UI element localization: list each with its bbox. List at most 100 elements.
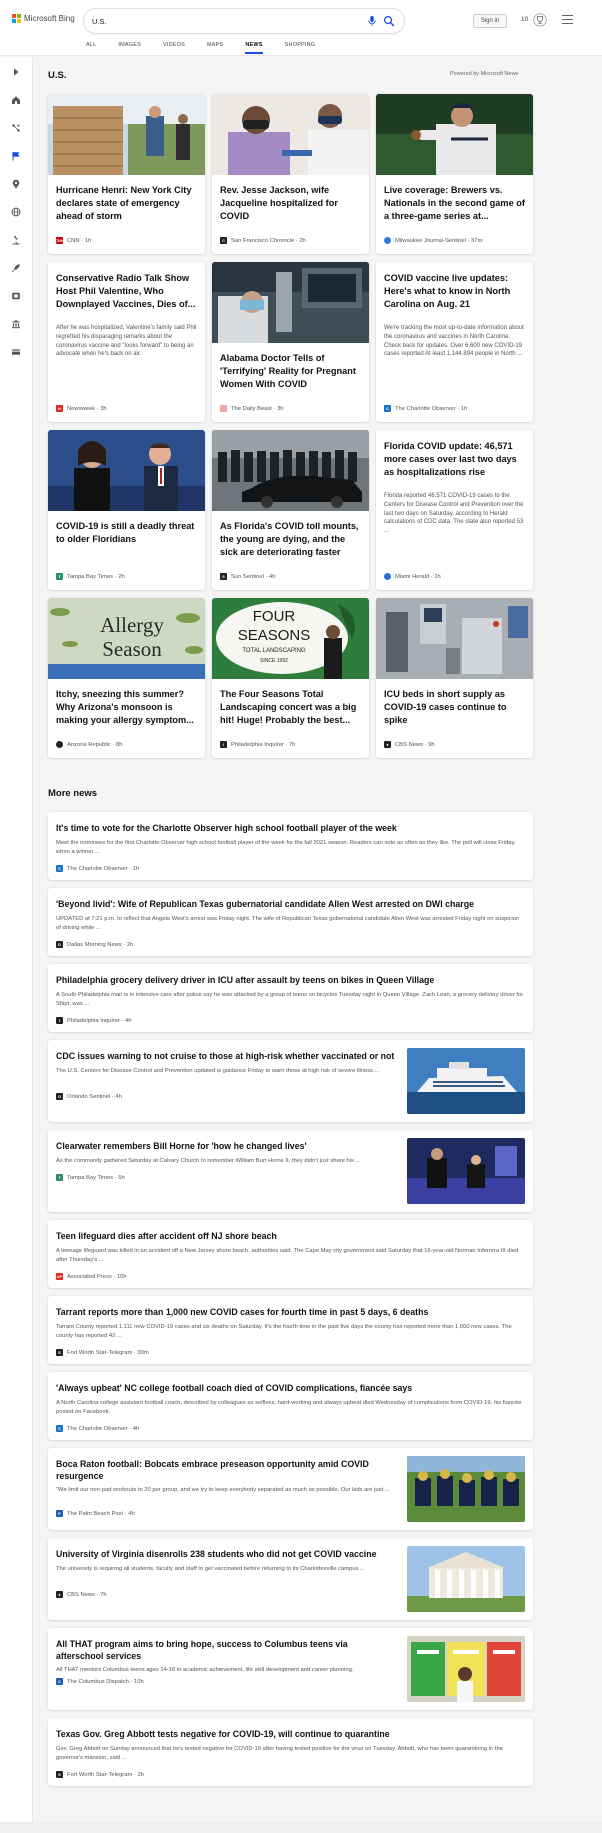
powered-by-label[interactable]: Powered by Microsoft News <box>450 71 518 77</box>
item-title[interactable]: Tarrant reports more than 1,000 new COVI… <box>56 1306 526 1318</box>
tab-all[interactable]: ALL <box>86 40 96 54</box>
card-title[interactable]: Alabama Doctor Tells of 'Terrifying' Rea… <box>220 352 361 390</box>
card-title[interactable]: Itchy, sneezing this summer? Why Arizona… <box>56 688 197 726</box>
card-meta: C The Charlotte Observer · 1h <box>384 405 467 412</box>
card-title[interactable]: Florida COVID update: 46,571 more cases … <box>384 440 525 478</box>
bank-icon[interactable] <box>9 317 23 331</box>
more-news-item[interactable]: Clearwater remembers Bill Horne for 'how… <box>48 1130 533 1212</box>
card-snippet: We're tracking the most up-to-date infor… <box>384 325 524 358</box>
card-title[interactable]: COVID-19 is still a deadly threat to old… <box>56 520 197 546</box>
card-title[interactable]: ICU beds in short supply as COVID-19 cas… <box>384 688 525 726</box>
news-card[interactable]: ICU beds in short supply as COVID-19 cas… <box>376 598 533 758</box>
more-news-item[interactable]: Philadelphia grocery delivery driver in … <box>48 964 533 1032</box>
item-thumbnail[interactable] <box>407 1456 525 1522</box>
rewards-trophy-icon[interactable] <box>533 12 547 28</box>
item-title[interactable]: Philadelphia grocery delivery driver in … <box>56 974 526 986</box>
item-meta: S Fort Worth Star-Telegram · 30m <box>56 1349 149 1356</box>
news-card[interactable]: FOUR SEASONS TOTAL LANDSCAPING SINCE 199… <box>212 598 369 758</box>
news-card[interactable]: Rev. Jesse Jackson, wife Jacqueline hosp… <box>212 94 369 254</box>
card-source: San Francisco Chronicle <box>231 237 295 244</box>
more-news-item[interactable]: Tarrant reports more than 1,000 new COVI… <box>48 1296 533 1364</box>
location-pin-icon[interactable] <box>9 177 23 191</box>
rocket-icon[interactable] <box>9 261 23 275</box>
item-source: The Charlotte Observer <box>67 1425 128 1432</box>
news-card[interactable]: Florida COVID update: 46,571 more cases … <box>376 430 533 590</box>
item-thumbnail[interactable] <box>407 1048 525 1114</box>
more-news-item[interactable]: 'Always upbeat' NC college football coac… <box>48 1372 533 1440</box>
more-news-item[interactable]: 'Beyond livid': Wife of Republican Texas… <box>48 888 533 956</box>
card-source: The Charlotte Observer <box>395 405 456 412</box>
tab-maps[interactable]: MAPS <box>207 40 223 54</box>
more-news-item[interactable]: Texas Gov. Greg Abbott tests negative fo… <box>48 1718 533 1786</box>
more-news-item[interactable]: CDC issues warning to not cruise to thos… <box>48 1040 533 1122</box>
item-title[interactable]: 'Always upbeat' NC college football coac… <box>56 1382 526 1394</box>
card-title[interactable]: COVID vaccine live updates: Here's what … <box>384 272 525 310</box>
news-card[interactable]: Live coverage: Brewers vs. Nationals in … <box>376 94 533 254</box>
microphone-icon[interactable] <box>366 15 378 27</box>
more-news-item[interactable]: It's time to vote for the Charlotte Obse… <box>48 812 533 880</box>
publisher-logo-icon: AP <box>56 1273 63 1280</box>
card-meta: Arizona Republic · 8h <box>56 741 122 748</box>
item-title[interactable]: University of Virginia disenrolls 238 st… <box>56 1548 401 1560</box>
news-card[interactable]: Hurricane Henri: New York City declares … <box>48 94 205 254</box>
bing-logo[interactable]: Microsoft Bing <box>12 14 75 23</box>
card-image <box>376 94 533 175</box>
item-snippet: A South Philadelphia man is in intensive… <box>56 992 524 1007</box>
item-thumbnail[interactable] <box>407 1546 525 1612</box>
item-time: 7h <box>100 1591 107 1598</box>
network-icon[interactable] <box>9 121 23 135</box>
card-title[interactable]: Live coverage: Brewers vs. Nationals in … <box>384 184 525 222</box>
item-title[interactable]: Clearwater remembers Bill Horne for 'how… <box>56 1140 401 1152</box>
card-image <box>376 598 533 679</box>
card-title[interactable]: As Florida's COVID toll mounts, the youn… <box>220 520 361 558</box>
search-icon[interactable] <box>383 15 395 27</box>
microscope-icon[interactable] <box>9 233 23 247</box>
item-title[interactable]: It's time to vote for the Charlotte Obse… <box>56 822 526 834</box>
card-title[interactable]: Hurricane Henri: New York City declares … <box>56 184 197 222</box>
card-source: CNN <box>67 237 80 244</box>
news-card[interactable]: Conservative Radio Talk Show Host Phil V… <box>48 262 205 422</box>
search-box[interactable] <box>84 9 404 33</box>
film-icon[interactable] <box>9 289 23 303</box>
tab-images[interactable]: IMAGES <box>118 40 141 54</box>
more-news-item[interactable]: Teen lifeguard dies after accident off N… <box>48 1220 533 1288</box>
hamburger-menu-icon[interactable] <box>562 15 573 24</box>
news-card[interactable]: Alabama Doctor Tells of 'Terrifying' Rea… <box>212 262 369 422</box>
search-input[interactable] <box>92 14 352 28</box>
news-card[interactable]: COVID vaccine live updates: Here's what … <box>376 262 533 422</box>
item-title[interactable]: All THAT program aims to bring hope, suc… <box>56 1638 366 1662</box>
card-title[interactable]: Rev. Jesse Jackson, wife Jacqueline hosp… <box>220 184 361 222</box>
item-time: 4h <box>132 1425 140 1432</box>
card-title[interactable]: Conservative Radio Talk Show Host Phil V… <box>56 272 197 310</box>
globe-icon[interactable] <box>9 205 23 219</box>
item-snippet: Meet the nominees for the first Charlott… <box>56 840 516 855</box>
item-title[interactable]: Boca Raton football: Bobcats embrace pre… <box>56 1458 386 1482</box>
expand-icon[interactable] <box>9 65 23 79</box>
item-title[interactable]: Teen lifeguard dies after accident off N… <box>56 1230 526 1242</box>
more-news-item[interactable]: University of Virginia disenrolls 238 st… <box>48 1538 533 1620</box>
news-card[interactable]: As Florida's COVID toll mounts, the youn… <box>212 430 369 590</box>
more-news-item[interactable]: Boca Raton football: Bobcats embrace pre… <box>48 1448 533 1530</box>
item-thumbnail[interactable] <box>407 1636 525 1702</box>
home-icon[interactable] <box>9 93 23 107</box>
card-meta: T Tampa Bay Times · 2h <box>56 573 125 580</box>
item-title[interactable]: 'Beyond livid': Wife of Republican Texas… <box>56 898 526 910</box>
card-icon[interactable] <box>9 345 23 359</box>
card-time: 8h <box>115 741 123 748</box>
more-news-item[interactable]: All THAT program aims to bring hope, suc… <box>48 1628 533 1710</box>
item-title[interactable]: Texas Gov. Greg Abbott tests negative fo… <box>56 1728 526 1740</box>
card-image <box>48 94 205 175</box>
item-thumbnail[interactable] <box>407 1138 525 1204</box>
item-source: Dallas Morning News <box>67 941 122 948</box>
item-time: 4h <box>128 1510 135 1517</box>
flag-icon[interactable] <box>9 149 23 163</box>
tab-shopping[interactable]: SHOPPING <box>285 40 316 54</box>
tab-news[interactable]: NEWS <box>245 40 263 54</box>
sign-in-button[interactable]: Sign in <box>473 14 507 28</box>
tab-videos[interactable]: VIDEOS <box>163 40 185 54</box>
news-card[interactable]: Allergy Season Itchy, sneezing this summ… <box>48 598 205 758</box>
item-title[interactable]: CDC issues warning to not cruise to thos… <box>56 1050 401 1062</box>
card-title[interactable]: The Four Seasons Total Landscaping conce… <box>220 688 361 726</box>
publisher-logo-icon: ● <box>384 741 391 748</box>
news-card[interactable]: COVID-19 is still a deadly threat to old… <box>48 430 205 590</box>
